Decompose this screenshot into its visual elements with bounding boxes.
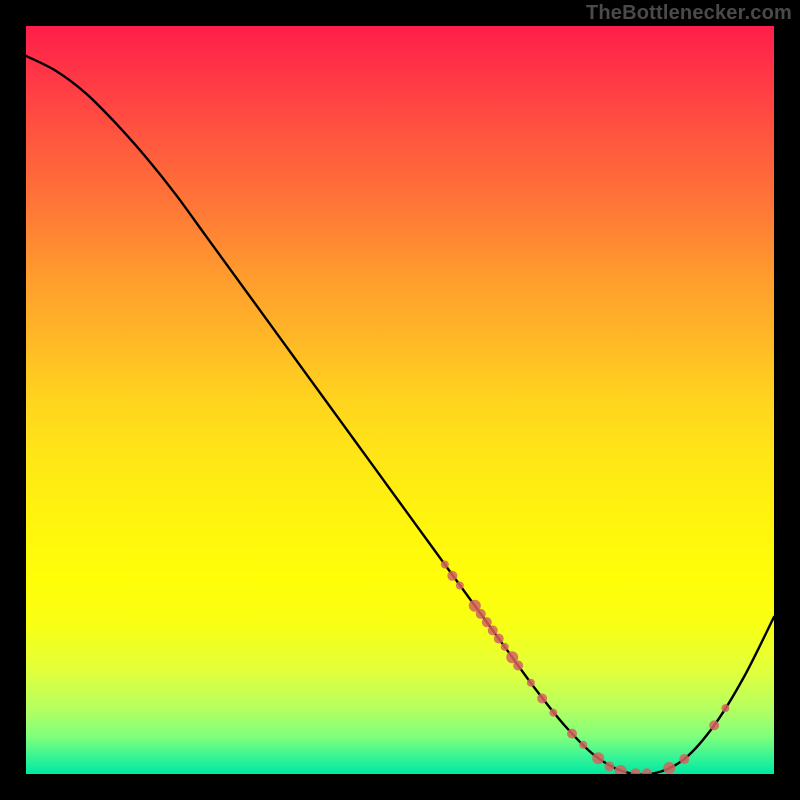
data-dot: [567, 729, 577, 739]
chart-frame: TheBottlenecker.com: [0, 0, 800, 800]
data-dot: [476, 609, 486, 619]
data-dot: [513, 661, 523, 671]
data-dot: [663, 762, 675, 774]
data-dot: [441, 561, 449, 569]
data-dot: [631, 768, 641, 774]
data-dot: [494, 634, 504, 644]
data-dot: [447, 571, 457, 581]
data-dot: [604, 762, 614, 772]
data-dot: [482, 617, 492, 627]
data-dot: [709, 720, 719, 730]
data-dot: [537, 693, 547, 703]
data-dot: [579, 741, 587, 749]
data-dot: [456, 582, 464, 590]
data-dot: [549, 709, 557, 717]
data-dot: [527, 679, 535, 687]
bottleneck-curve-svg: [26, 26, 774, 774]
data-dot-layer: [441, 561, 730, 774]
plot-area: [26, 26, 774, 774]
watermark-text: TheBottlenecker.com: [586, 2, 792, 25]
data-dot: [501, 643, 509, 651]
data-dot: [488, 625, 498, 635]
data-dot: [642, 768, 652, 774]
data-dot: [679, 754, 689, 764]
data-dot: [721, 704, 729, 712]
data-dot: [615, 765, 627, 774]
bottleneck-curve: [26, 56, 774, 774]
data-dot: [592, 752, 604, 764]
